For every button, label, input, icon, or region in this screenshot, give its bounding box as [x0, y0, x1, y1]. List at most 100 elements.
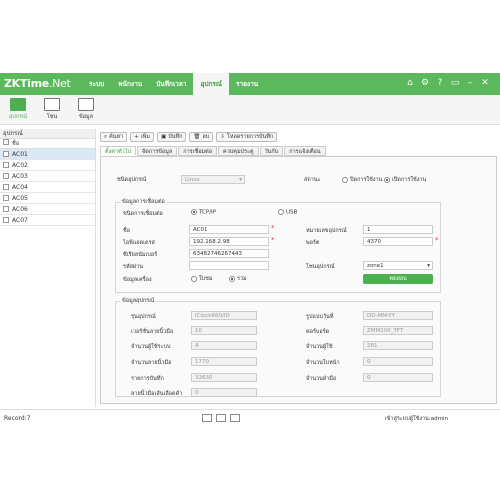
serial-field[interactable]: 63482746267443: [189, 249, 269, 258]
device-type-label: ชนิดอุปกรณ์: [117, 177, 147, 183]
close-icon[interactable]: ✕: [480, 78, 490, 88]
main-panel: ⌕ ค้นหา + เพิ่ม ▣ บันทึก 🗑 ลบ ⇩ โหลดรายการบัน…: [97, 129, 500, 407]
model-label: รุ่นอุปกรณ์: [131, 314, 156, 320]
list-item[interactable]: AC06: [0, 204, 95, 215]
delete-button[interactable]: 🗑 ลบ: [189, 132, 214, 142]
help-icon[interactable]: ?: [435, 78, 445, 88]
tab-alert[interactable]: การแจ้งเตือน: [284, 146, 326, 156]
menu-employee[interactable]: พนักงาน: [111, 73, 149, 95]
device-list-col: ชื่อ: [0, 139, 95, 149]
save-icon: ▣: [161, 133, 167, 140]
menu-report[interactable]: รายงาน: [229, 73, 265, 95]
users-label: จำนวนผู้ใช้ระบบ: [131, 344, 171, 350]
tab-data[interactable]: จัดการข้อมูล: [137, 146, 178, 156]
minimize-icon[interactable]: –: [465, 78, 475, 88]
row-checkbox[interactable]: [3, 173, 9, 179]
row-checkbox[interactable]: [3, 162, 9, 168]
tab-day[interactable]: วันกับ: [259, 146, 284, 156]
menu-system[interactable]: ระบบ: [82, 73, 111, 95]
radio-on[interactable]: [384, 176, 390, 183]
main-menu: ระบบ พนักงาน บันทึกเวลา อุปกรณ์ รายงาน: [82, 73, 265, 95]
name-label: ชื่อ: [123, 228, 131, 234]
name-field[interactable]: AC01: [189, 225, 269, 234]
list-item[interactable]: AC02: [0, 160, 95, 171]
machine-label: ข้อมูลเครื่อง: [123, 277, 152, 283]
row-checkbox[interactable]: [3, 195, 9, 201]
tab-general[interactable]: ตั้งค่าทั่วไป: [100, 146, 136, 156]
download-icon: ⇩: [220, 133, 225, 140]
app-logo: ZKTime.Net: [4, 77, 71, 90]
device-list-header: อุปกรณ์: [0, 129, 95, 139]
model-field: iClock660/ID: [191, 311, 257, 320]
menu-attendance[interactable]: บันทึกเวลา: [149, 73, 193, 95]
port-field[interactable]: 4370: [363, 237, 433, 246]
home-icon[interactable]: ⌂: [405, 78, 415, 88]
toolbar: ⌕ ค้นหา + เพิ่ม ▣ บันทึก 🗑 ลบ ⇩ โหลดรายการบัน…: [100, 132, 278, 142]
device-no-field[interactable]: 1: [363, 225, 433, 234]
radio-tcp[interactable]: [191, 209, 197, 215]
machine-option-2[interactable]: รวม: [229, 275, 247, 283]
status-label: สถานะ: [304, 177, 321, 183]
zone-select[interactable]: zone1 ▾: [363, 261, 433, 270]
list-item[interactable]: AC05: [0, 193, 95, 204]
device-no-label: หมายเลขอุปกรณ์: [306, 228, 347, 234]
conn-type-label: ชนิดการเชื่อมต่อ: [123, 211, 163, 217]
row-checkbox[interactable]: [3, 206, 9, 212]
app-window: ZKTime.Net ระบบ พนักงาน บันทึกเวลา อุปกร…: [0, 73, 500, 427]
password-field[interactable]: [189, 261, 269, 270]
window-icon[interactable]: ▭: [450, 78, 460, 88]
algo-label: คอร์บอร์ด: [306, 329, 330, 335]
radio-m2[interactable]: [229, 275, 235, 282]
face-label: จำนวนใบหน้า: [306, 360, 340, 366]
vein-field: 0: [191, 388, 257, 397]
top-bar: ZKTime.Net ระบบ พนักงาน บันทึกเวลา อุปกร…: [0, 73, 500, 95]
search-button[interactable]: ⌕ ค้นหา: [100, 132, 128, 142]
fpver-field: 10: [191, 326, 257, 335]
fpver-label: เวอร์ชั่นลายนิ้วมือ: [131, 329, 174, 335]
chevron-down-icon: ▾: [239, 177, 242, 183]
device-info-title: ข้อมูลอุปกรณ์: [120, 297, 157, 305]
sub-zone[interactable]: โซน: [37, 98, 67, 121]
status-off-option[interactable]: ปิดการใช้งาน: [342, 176, 382, 184]
list-item[interactable]: AC07: [0, 215, 95, 226]
ip-field[interactable]: 192.168.2.98: [189, 237, 269, 246]
test-button[interactable]: ทดสอบ: [363, 274, 433, 284]
serial-label: ซีเรียลนัมเบอร์: [123, 252, 158, 258]
radio-usb[interactable]: [278, 209, 284, 215]
radio-off[interactable]: [342, 176, 348, 183]
tab-connection[interactable]: การเชื่อมต่อ: [178, 146, 218, 156]
select-all-checkbox[interactable]: [3, 139, 9, 145]
login-info: เข้าสู่ระบบผู้ใช้งาน:admin: [384, 416, 448, 422]
plus-icon: +: [134, 133, 139, 140]
sub-device[interactable]: อุปกรณ์: [3, 98, 33, 121]
keyboard-icon[interactable]: [202, 414, 212, 422]
usb-option[interactable]: USB: [278, 209, 297, 216]
list-item[interactable]: AC03: [0, 171, 95, 182]
status-on-option[interactable]: เปิดการใช้งาน: [384, 176, 426, 184]
list-item[interactable]: AC04: [0, 182, 95, 193]
download-records-button[interactable]: ⇩ โหลดรายการบันทึก: [216, 132, 278, 142]
data-icon: [78, 98, 94, 111]
tab-door[interactable]: ควบคุมประตู: [218, 146, 259, 156]
list-item[interactable]: AC01: [0, 149, 95, 160]
row-checkbox[interactable]: [3, 151, 9, 157]
add-button[interactable]: + เพิ่ม: [130, 132, 154, 142]
gear-icon[interactable]: ⚙: [420, 78, 430, 88]
trash-icon: 🗑: [193, 133, 201, 140]
required-mark: *: [271, 224, 275, 232]
menu-device[interactable]: อุปกรณ์: [193, 73, 229, 95]
monitor-icon[interactable]: [230, 414, 240, 422]
machine-option-1[interactable]: ใบชม: [191, 275, 213, 283]
records-label: รายการบันทึก: [131, 376, 164, 382]
save-button[interactable]: ▣ บันทึก: [157, 132, 187, 142]
row-checkbox[interactable]: [3, 217, 9, 223]
device-type-select[interactable]: Linux ▾: [181, 175, 245, 184]
row-checkbox[interactable]: [3, 184, 9, 190]
datefmt-field: DD-MM-YY: [363, 311, 433, 320]
palm-label: จำนวนฝ่ามือ: [306, 376, 337, 382]
sub-data[interactable]: ข้อมูล: [71, 98, 101, 121]
radio-m1[interactable]: [191, 275, 197, 282]
tcp-option[interactable]: TCP/IP: [191, 209, 216, 216]
sub-toolbar: อุปกรณ์ โซน ข้อมูล: [0, 95, 500, 125]
clock-icon[interactable]: [216, 414, 226, 422]
